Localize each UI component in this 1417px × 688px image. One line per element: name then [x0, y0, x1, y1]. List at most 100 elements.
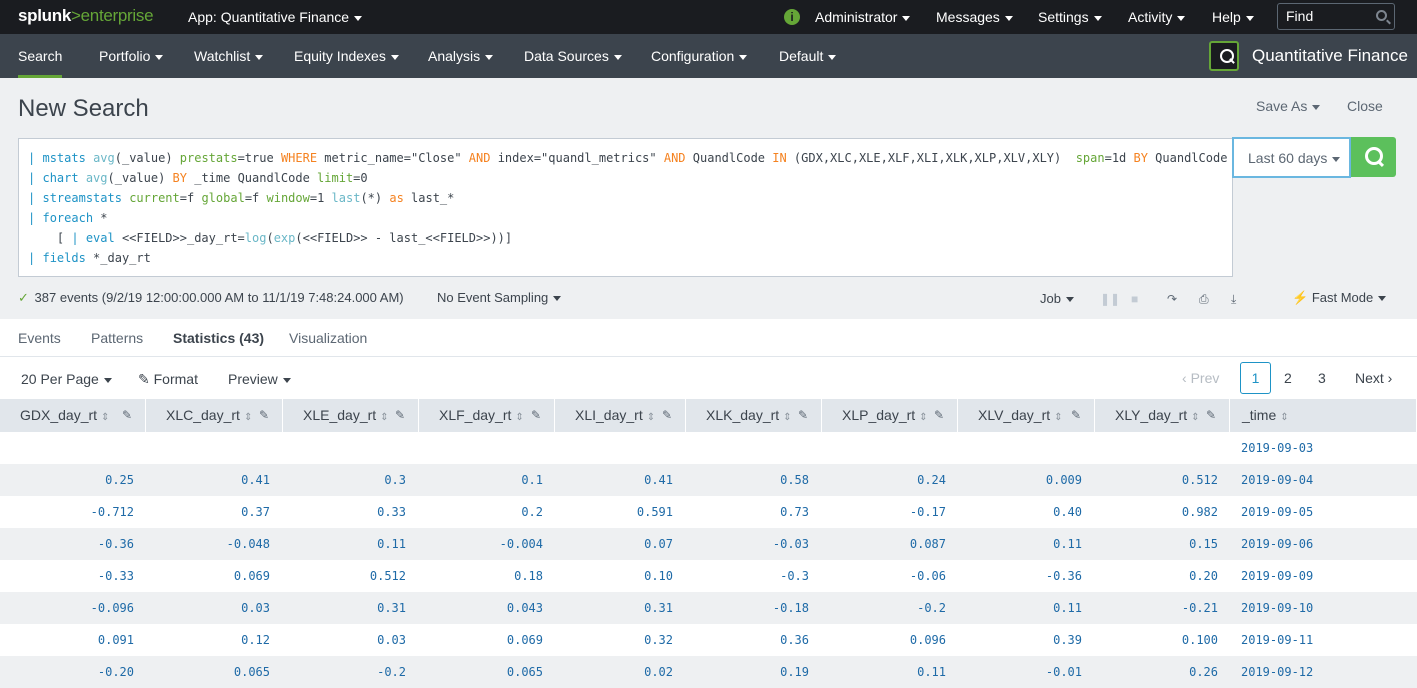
time-cell[interactable]: 2019-09-09	[1241, 560, 1391, 592]
pencil-icon[interactable]: ✎	[1206, 399, 1216, 432]
value-cell[interactable]: 0.069	[150, 560, 270, 592]
column-header[interactable]: XLK_day_rt⇕✎	[686, 399, 822, 432]
value-cell[interactable]: 0.1	[423, 464, 543, 496]
table-row[interactable]: -0.200.065-0.20.0650.020.190.11-0.010.26…	[0, 656, 1417, 688]
table-row[interactable]: -0.7120.370.330.20.5910.73-0.170.400.982…	[0, 496, 1417, 528]
table-row[interactable]: 0.250.410.30.10.410.580.240.0090.5122019…	[0, 464, 1417, 496]
value-cell[interactable]: 0.41	[553, 464, 673, 496]
format-button[interactable]: ✎ Format	[138, 371, 198, 388]
tab-events[interactable]: Events	[18, 330, 61, 346]
column-header[interactable]: XLF_day_rt⇕✎	[419, 399, 555, 432]
sort-icon[interactable]: ⇕	[1054, 412, 1062, 423]
value-cell[interactable]: 0.091	[14, 624, 134, 656]
value-cell[interactable]: 0.512	[286, 560, 406, 592]
table-row[interactable]: 0.0910.120.030.0690.320.360.0960.390.100…	[0, 624, 1417, 656]
value-cell[interactable]: 0.11	[826, 656, 946, 688]
value-cell[interactable]: 0.32	[553, 624, 673, 656]
value-cell[interactable]: -0.2	[826, 592, 946, 624]
value-cell[interactable]: 0.31	[286, 592, 406, 624]
value-cell[interactable]: -0.03	[689, 528, 809, 560]
tab-patterns[interactable]: Patterns	[91, 330, 143, 346]
value-cell[interactable]: 0.10	[553, 560, 673, 592]
table-row[interactable]: 2019-09-03	[0, 432, 1417, 464]
value-cell[interactable]: 0.2	[423, 496, 543, 528]
export-icon[interactable]: ⤓	[1231, 292, 1236, 307]
nav-portfolio[interactable]: Portfolio	[99, 48, 163, 64]
table-row[interactable]: -0.0960.030.310.0430.31-0.18-0.20.11-0.2…	[0, 592, 1417, 624]
pencil-icon[interactable]: ✎	[122, 399, 132, 432]
save-as-button[interactable]: Save As	[1256, 98, 1320, 114]
table-row[interactable]: -0.36-0.0480.11-0.0040.07-0.030.0870.110…	[0, 528, 1417, 560]
nav-watchlist[interactable]: Watchlist	[194, 48, 263, 64]
column-header[interactable]: XLI_day_rt⇕✎	[555, 399, 686, 432]
value-cell[interactable]	[423, 432, 543, 464]
next-page-button[interactable]: Next ›	[1355, 370, 1392, 386]
nav-configuration[interactable]: Configuration	[651, 48, 747, 64]
per-page-dropdown[interactable]: 20 Per Page	[21, 371, 112, 387]
column-header[interactable]: XLE_day_rt⇕✎	[283, 399, 419, 432]
value-cell[interactable]: -0.048	[150, 528, 270, 560]
page-2-button[interactable]: 2	[1284, 370, 1292, 386]
page-1-button[interactable]: 1	[1240, 362, 1271, 394]
search-query-editor[interactable]: | mstats avg(_value) prestats=true WHERE…	[18, 138, 1233, 277]
column-header[interactable]: _time⇕	[1230, 399, 1417, 432]
time-cell[interactable]: 2019-09-10	[1241, 592, 1391, 624]
value-cell[interactable]: 0.043	[423, 592, 543, 624]
sort-icon[interactable]: ⇕	[380, 412, 388, 423]
sort-icon[interactable]: ⇕	[783, 412, 791, 423]
value-cell[interactable]: 0.069	[423, 624, 543, 656]
event-sampling-dropdown[interactable]: No Event Sampling	[437, 290, 561, 305]
search-mode-dropdown[interactable]: ⚡ Fast Mode	[1292, 290, 1386, 306]
nav-analysis[interactable]: Analysis	[428, 48, 493, 64]
app-menu[interactable]: App: Quantitative Finance	[188, 9, 362, 25]
sort-icon[interactable]: ⇕	[647, 412, 655, 423]
job-menu[interactable]: Job	[1040, 291, 1074, 306]
value-cell[interactable]: 0.40	[962, 496, 1082, 528]
info-status-icon[interactable]: i	[784, 9, 800, 25]
value-cell[interactable]	[553, 432, 673, 464]
nav-equity-indexes[interactable]: Equity Indexes	[294, 48, 399, 64]
value-cell[interactable]: -0.2	[286, 656, 406, 688]
close-button[interactable]: Close	[1347, 98, 1383, 114]
value-cell[interactable]: -0.36	[14, 528, 134, 560]
table-row[interactable]: -0.330.0690.5120.180.10-0.3-0.06-0.360.2…	[0, 560, 1417, 592]
value-cell[interactable]: 0.009	[962, 464, 1082, 496]
pause-icon[interactable]: ❚❚	[1100, 292, 1120, 306]
time-cell[interactable]: 2019-09-12	[1241, 656, 1391, 688]
page-3-button[interactable]: 3	[1318, 370, 1326, 386]
value-cell[interactable]: 0.73	[689, 496, 809, 528]
pencil-icon[interactable]: ✎	[798, 399, 808, 432]
column-header[interactable]: GDX_day_rt⇕✎	[0, 399, 146, 432]
sort-icon[interactable]: ⇕	[101, 412, 109, 423]
pencil-icon[interactable]: ✎	[259, 399, 269, 432]
time-cell[interactable]: 2019-09-05	[1241, 496, 1391, 528]
value-cell[interactable]: 0.512	[1098, 464, 1218, 496]
value-cell[interactable]: 0.065	[423, 656, 543, 688]
column-header[interactable]: XLP_day_rt⇕✎	[822, 399, 958, 432]
value-cell[interactable]: 0.18	[423, 560, 543, 592]
find-input[interactable]: Find	[1277, 3, 1395, 30]
nav-default[interactable]: Default	[779, 48, 836, 64]
value-cell[interactable]: 0.100	[1098, 624, 1218, 656]
tab-visualization[interactable]: Visualization	[289, 330, 367, 346]
value-cell[interactable]	[962, 432, 1082, 464]
value-cell[interactable]: -0.06	[826, 560, 946, 592]
value-cell[interactable]: 0.982	[1098, 496, 1218, 528]
value-cell[interactable]: -0.3	[689, 560, 809, 592]
value-cell[interactable]: -0.004	[423, 528, 543, 560]
value-cell[interactable]: -0.36	[962, 560, 1082, 592]
pencil-icon[interactable]: ✎	[395, 399, 405, 432]
value-cell[interactable]: 0.58	[689, 464, 809, 496]
value-cell[interactable]: 0.41	[150, 464, 270, 496]
share-icon[interactable]: ↷	[1167, 292, 1177, 306]
splunk-logo[interactable]: splunk>enterprise	[18, 6, 153, 26]
value-cell[interactable]: 0.39	[962, 624, 1082, 656]
value-cell[interactable]: -0.20	[14, 656, 134, 688]
help-menu[interactable]: Help	[1212, 9, 1254, 25]
print-icon[interactable]: ⎙	[1199, 292, 1209, 307]
sort-icon[interactable]: ⇕	[1191, 412, 1199, 423]
column-header[interactable]: XLV_day_rt⇕✎	[958, 399, 1095, 432]
value-cell[interactable]: 0.11	[962, 592, 1082, 624]
value-cell[interactable]: 0.065	[150, 656, 270, 688]
value-cell[interactable]: 0.096	[826, 624, 946, 656]
